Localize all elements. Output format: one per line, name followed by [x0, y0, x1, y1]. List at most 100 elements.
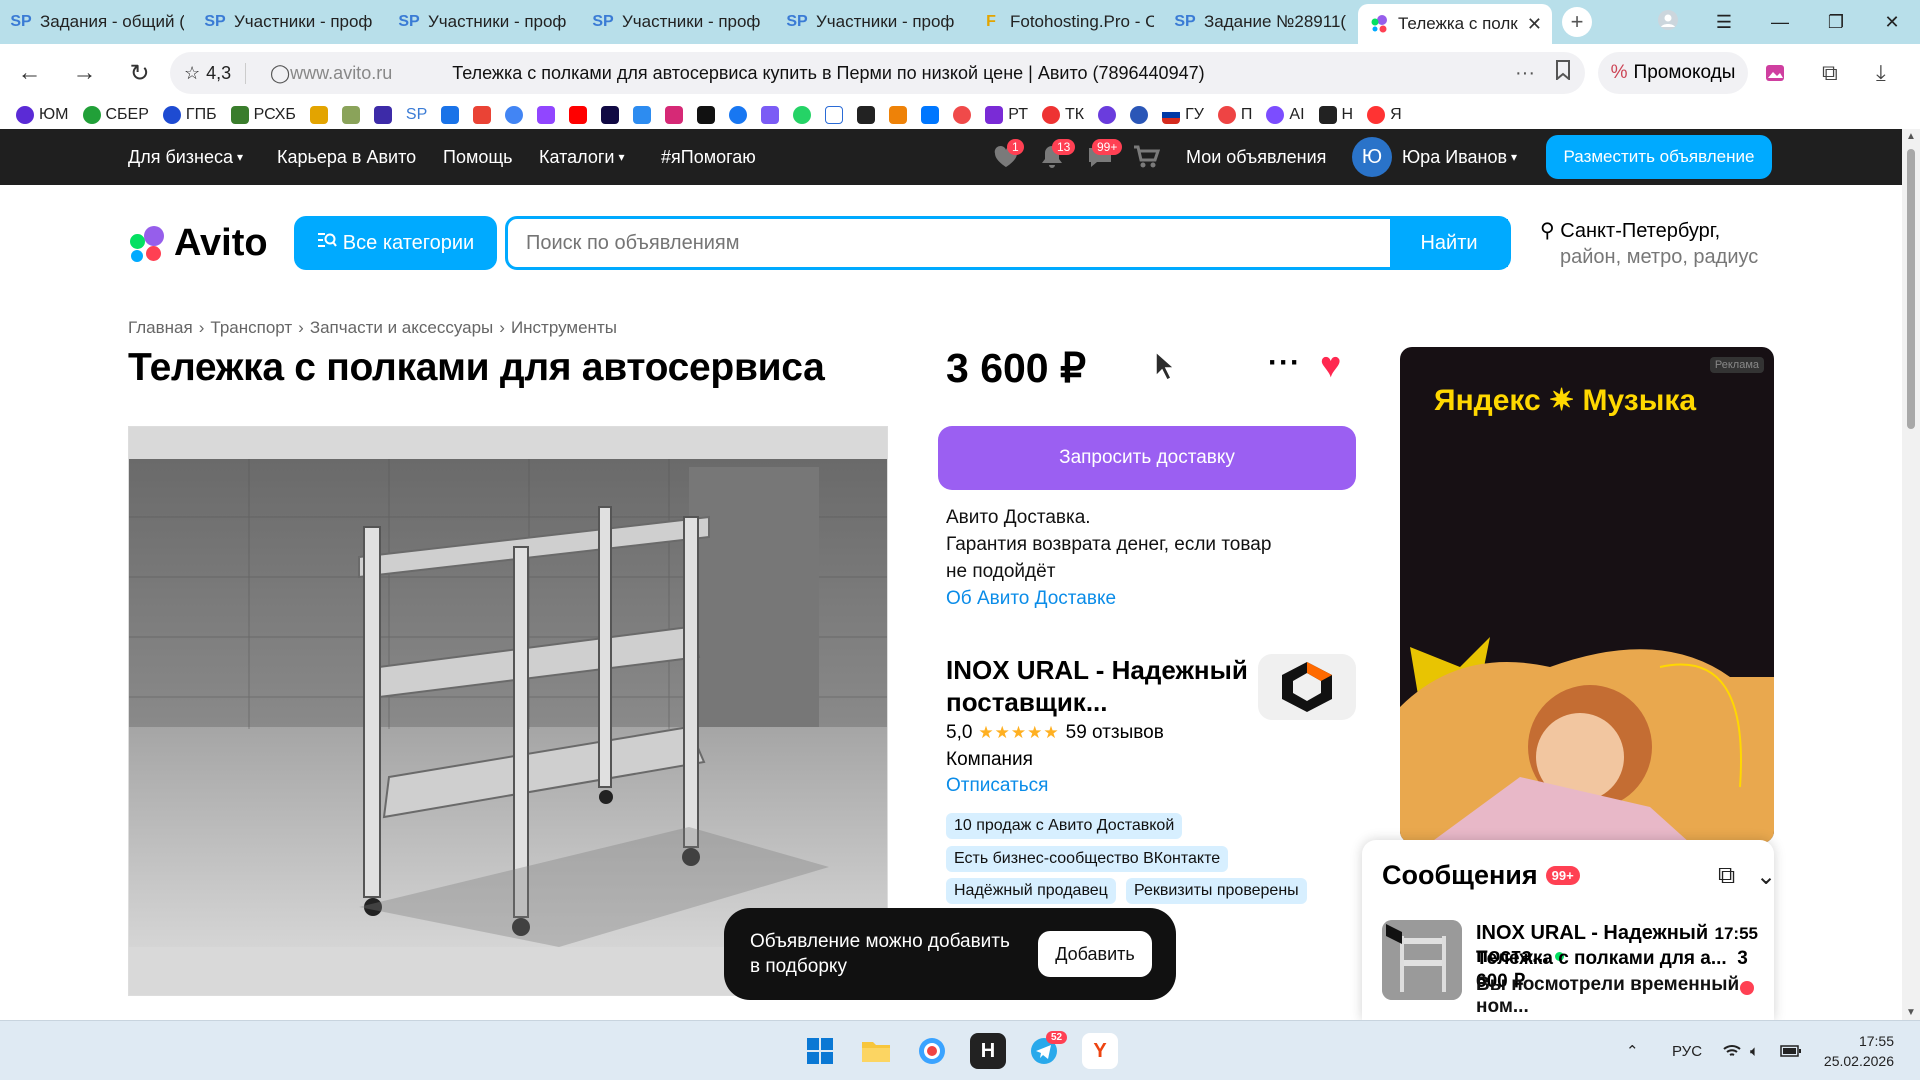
language-indicator[interactable]: РУС	[1672, 1021, 1702, 1081]
browser-tab[interactable]: SP Задание №28911(	[1164, 4, 1358, 40]
bookmark-item[interactable]: ГУ	[1162, 106, 1204, 124]
site-rating[interactable]: ☆ 4,3	[184, 62, 247, 84]
bookmark-item[interactable]: ТК	[1041, 106, 1084, 124]
youtube-bookmark-icon[interactable]	[569, 106, 588, 124]
url-field[interactable]: ☆ 4,3 ◯ www.avito.ru Тележка с полками дл…	[170, 52, 1585, 94]
google-bookmark-icon[interactable]	[505, 106, 524, 124]
restore-icon[interactable]: ❐	[1808, 12, 1864, 33]
ok-bookmark-icon[interactable]	[889, 106, 908, 124]
scroll-down-icon[interactable]: ▼	[1906, 1007, 1916, 1018]
bookmark-icon-only[interactable]	[309, 106, 328, 124]
bookmark-item[interactable]: SP	[406, 106, 427, 124]
menu-icon[interactable]: ☰	[1696, 12, 1752, 33]
find-button[interactable]: Найти	[1390, 219, 1508, 267]
instagram-bookmark-icon[interactable]	[665, 106, 684, 124]
download-icon[interactable]: ⤓	[1876, 44, 1886, 102]
bookmark-icon-only[interactable]	[1130, 106, 1149, 124]
forward-icon[interactable]: →	[57, 59, 112, 87]
bookmark-item[interactable]: AI	[1266, 106, 1305, 124]
notifications-icon[interactable]: 13	[1040, 129, 1076, 185]
browser-tab[interactable]: SP Участники - проф	[388, 4, 582, 40]
bookmark-item[interactable]: П	[1217, 106, 1252, 124]
post-ad-button[interactable]: Разместить объявление	[1546, 135, 1772, 179]
user-menu[interactable]: Ю Юра Иванов ▾	[1352, 129, 1517, 185]
browser-tab[interactable]: SP Участники - проф	[582, 4, 776, 40]
bookmark-item[interactable]: СБЕР	[82, 106, 149, 124]
mail-bookmark-icon[interactable]	[441, 106, 460, 124]
breadcrumb-link[interactable]: Главная	[128, 318, 193, 337]
page-scrollbar[interactable]: ▲ ▼	[1902, 129, 1920, 1020]
ya-pomogayu-link[interactable]: #яПомогаю	[661, 129, 756, 185]
close-window-icon[interactable]: ✕	[1864, 12, 1920, 33]
new-tab-button[interactable]: +	[1562, 7, 1592, 37]
windows-start-icon[interactable]	[802, 1033, 838, 1069]
bookmark-item[interactable]: ГПБ	[162, 106, 217, 124]
browser-tab[interactable]: F Fotohosting.Pro - C	[970, 4, 1164, 40]
more-options-icon[interactable]: ···	[1268, 346, 1301, 380]
career-link[interactable]: Карьера в Авито	[277, 129, 416, 185]
scrollbar-thumb[interactable]	[1907, 149, 1915, 429]
avito-logo[interactable]: Avito	[128, 222, 268, 265]
favorite-heart-icon[interactable]: ♥	[1320, 344, 1341, 386]
extensions-icon[interactable]: ⧉	[1822, 44, 1838, 102]
more-icon[interactable]: ···	[1515, 62, 1535, 85]
browser-tab-active[interactable]: Тележка с полк ✕	[1358, 4, 1552, 44]
weather-bookmark-icon[interactable]	[633, 106, 652, 124]
wifi-icon[interactable]	[1722, 1021, 1742, 1081]
vk-bookmark-icon[interactable]	[921, 106, 940, 124]
bookmark-item[interactable]: Н	[1318, 106, 1353, 124]
business-menu[interactable]: Для бизнеса ▾	[128, 129, 243, 185]
bookmark-item[interactable]: РСХБ	[230, 106, 296, 124]
browser-tab[interactable]: SP Участники - проф	[776, 4, 970, 40]
bookmark-item[interactable]: Я	[1367, 106, 1402, 124]
system-clock[interactable]: 17:55 25.02.2026	[1824, 1031, 1894, 1071]
volume-icon[interactable]: 🔈︎	[1750, 1021, 1759, 1081]
close-tab-icon[interactable]: ✕	[1527, 14, 1542, 35]
bookmark-item[interactable]: РТ	[985, 106, 1028, 124]
reload-icon[interactable]: ↻	[112, 59, 167, 88]
seller-logo[interactable]	[1258, 654, 1356, 720]
tutu-bookmark-icon[interactable]	[825, 106, 844, 124]
scroll-up-icon[interactable]: ▲	[1906, 131, 1916, 142]
favorites-icon[interactable]: 1	[993, 129, 1024, 185]
browser-app-icon[interactable]	[914, 1033, 950, 1069]
bookmark-icon[interactable]	[1555, 60, 1571, 86]
twitch-bookmark-icon[interactable]	[537, 106, 556, 124]
about-delivery-link[interactable]: Об Авито Доставке	[946, 585, 1271, 612]
chat-last-message[interactable]: Вы посмотрели временный ном...	[1476, 974, 1774, 1018]
request-delivery-button[interactable]: Запросить доставку	[938, 426, 1356, 490]
all-categories-button[interactable]: Все категории	[294, 216, 497, 270]
profile-icon[interactable]	[1640, 9, 1696, 36]
my-ads-link[interactable]: Мои объявления	[1186, 129, 1326, 185]
browser-tab[interactable]: SP Задания - общий (	[0, 4, 194, 40]
file-explorer-icon[interactable]	[858, 1033, 894, 1069]
help-link[interactable]: Помощь	[443, 129, 513, 185]
catalogs-menu[interactable]: Каталоги ▾	[539, 129, 625, 185]
chevron-down-icon[interactable]: ⌄	[1756, 862, 1776, 891]
telegram-icon[interactable]: 52	[1026, 1031, 1068, 1069]
gallery-icon[interactable]	[1764, 44, 1786, 102]
seller-rating[interactable]: 5,0 ★★★★★ 59 отзывов	[946, 722, 1164, 744]
back-icon[interactable]: ←	[2, 59, 57, 87]
rutube-bookmark-icon[interactable]	[601, 106, 620, 124]
bookmark-icon-only[interactable]	[1098, 106, 1117, 124]
promo-codes-button[interactable]: % Промокоды	[1598, 52, 1748, 94]
red-bookmark-icon[interactable]	[953, 106, 972, 124]
breadcrumb-link[interactable]: Транспорт	[210, 318, 292, 337]
bookmark-icon-only[interactable]	[341, 106, 360, 124]
add-button[interactable]: Добавить	[1038, 931, 1152, 977]
browser-tab[interactable]: SP Участники - проф	[194, 4, 388, 40]
app-h-icon[interactable]: H	[970, 1033, 1006, 1069]
tray-chevron-icon[interactable]: ⌃	[1626, 1021, 1639, 1081]
yandex-browser-icon[interactable]: Y	[1082, 1033, 1118, 1069]
minimize-icon[interactable]: —	[1752, 12, 1808, 33]
ad-banner[interactable]: Реклама Яндекс ✷ Музыка	[1400, 347, 1774, 843]
shield-icon[interactable]: ◯	[270, 63, 290, 84]
search-input[interactable]	[508, 219, 1390, 267]
plus-bookmark-icon[interactable]	[857, 106, 876, 124]
tiktok-bookmark-icon[interactable]	[697, 106, 716, 124]
breadcrumb-link[interactable]: Запчасти и аксессуары	[310, 318, 493, 337]
unsubscribe-link[interactable]: Отписаться	[946, 775, 1048, 797]
chat-thumbnail[interactable]	[1382, 920, 1462, 1000]
gmail-bookmark-icon[interactable]	[473, 106, 492, 124]
